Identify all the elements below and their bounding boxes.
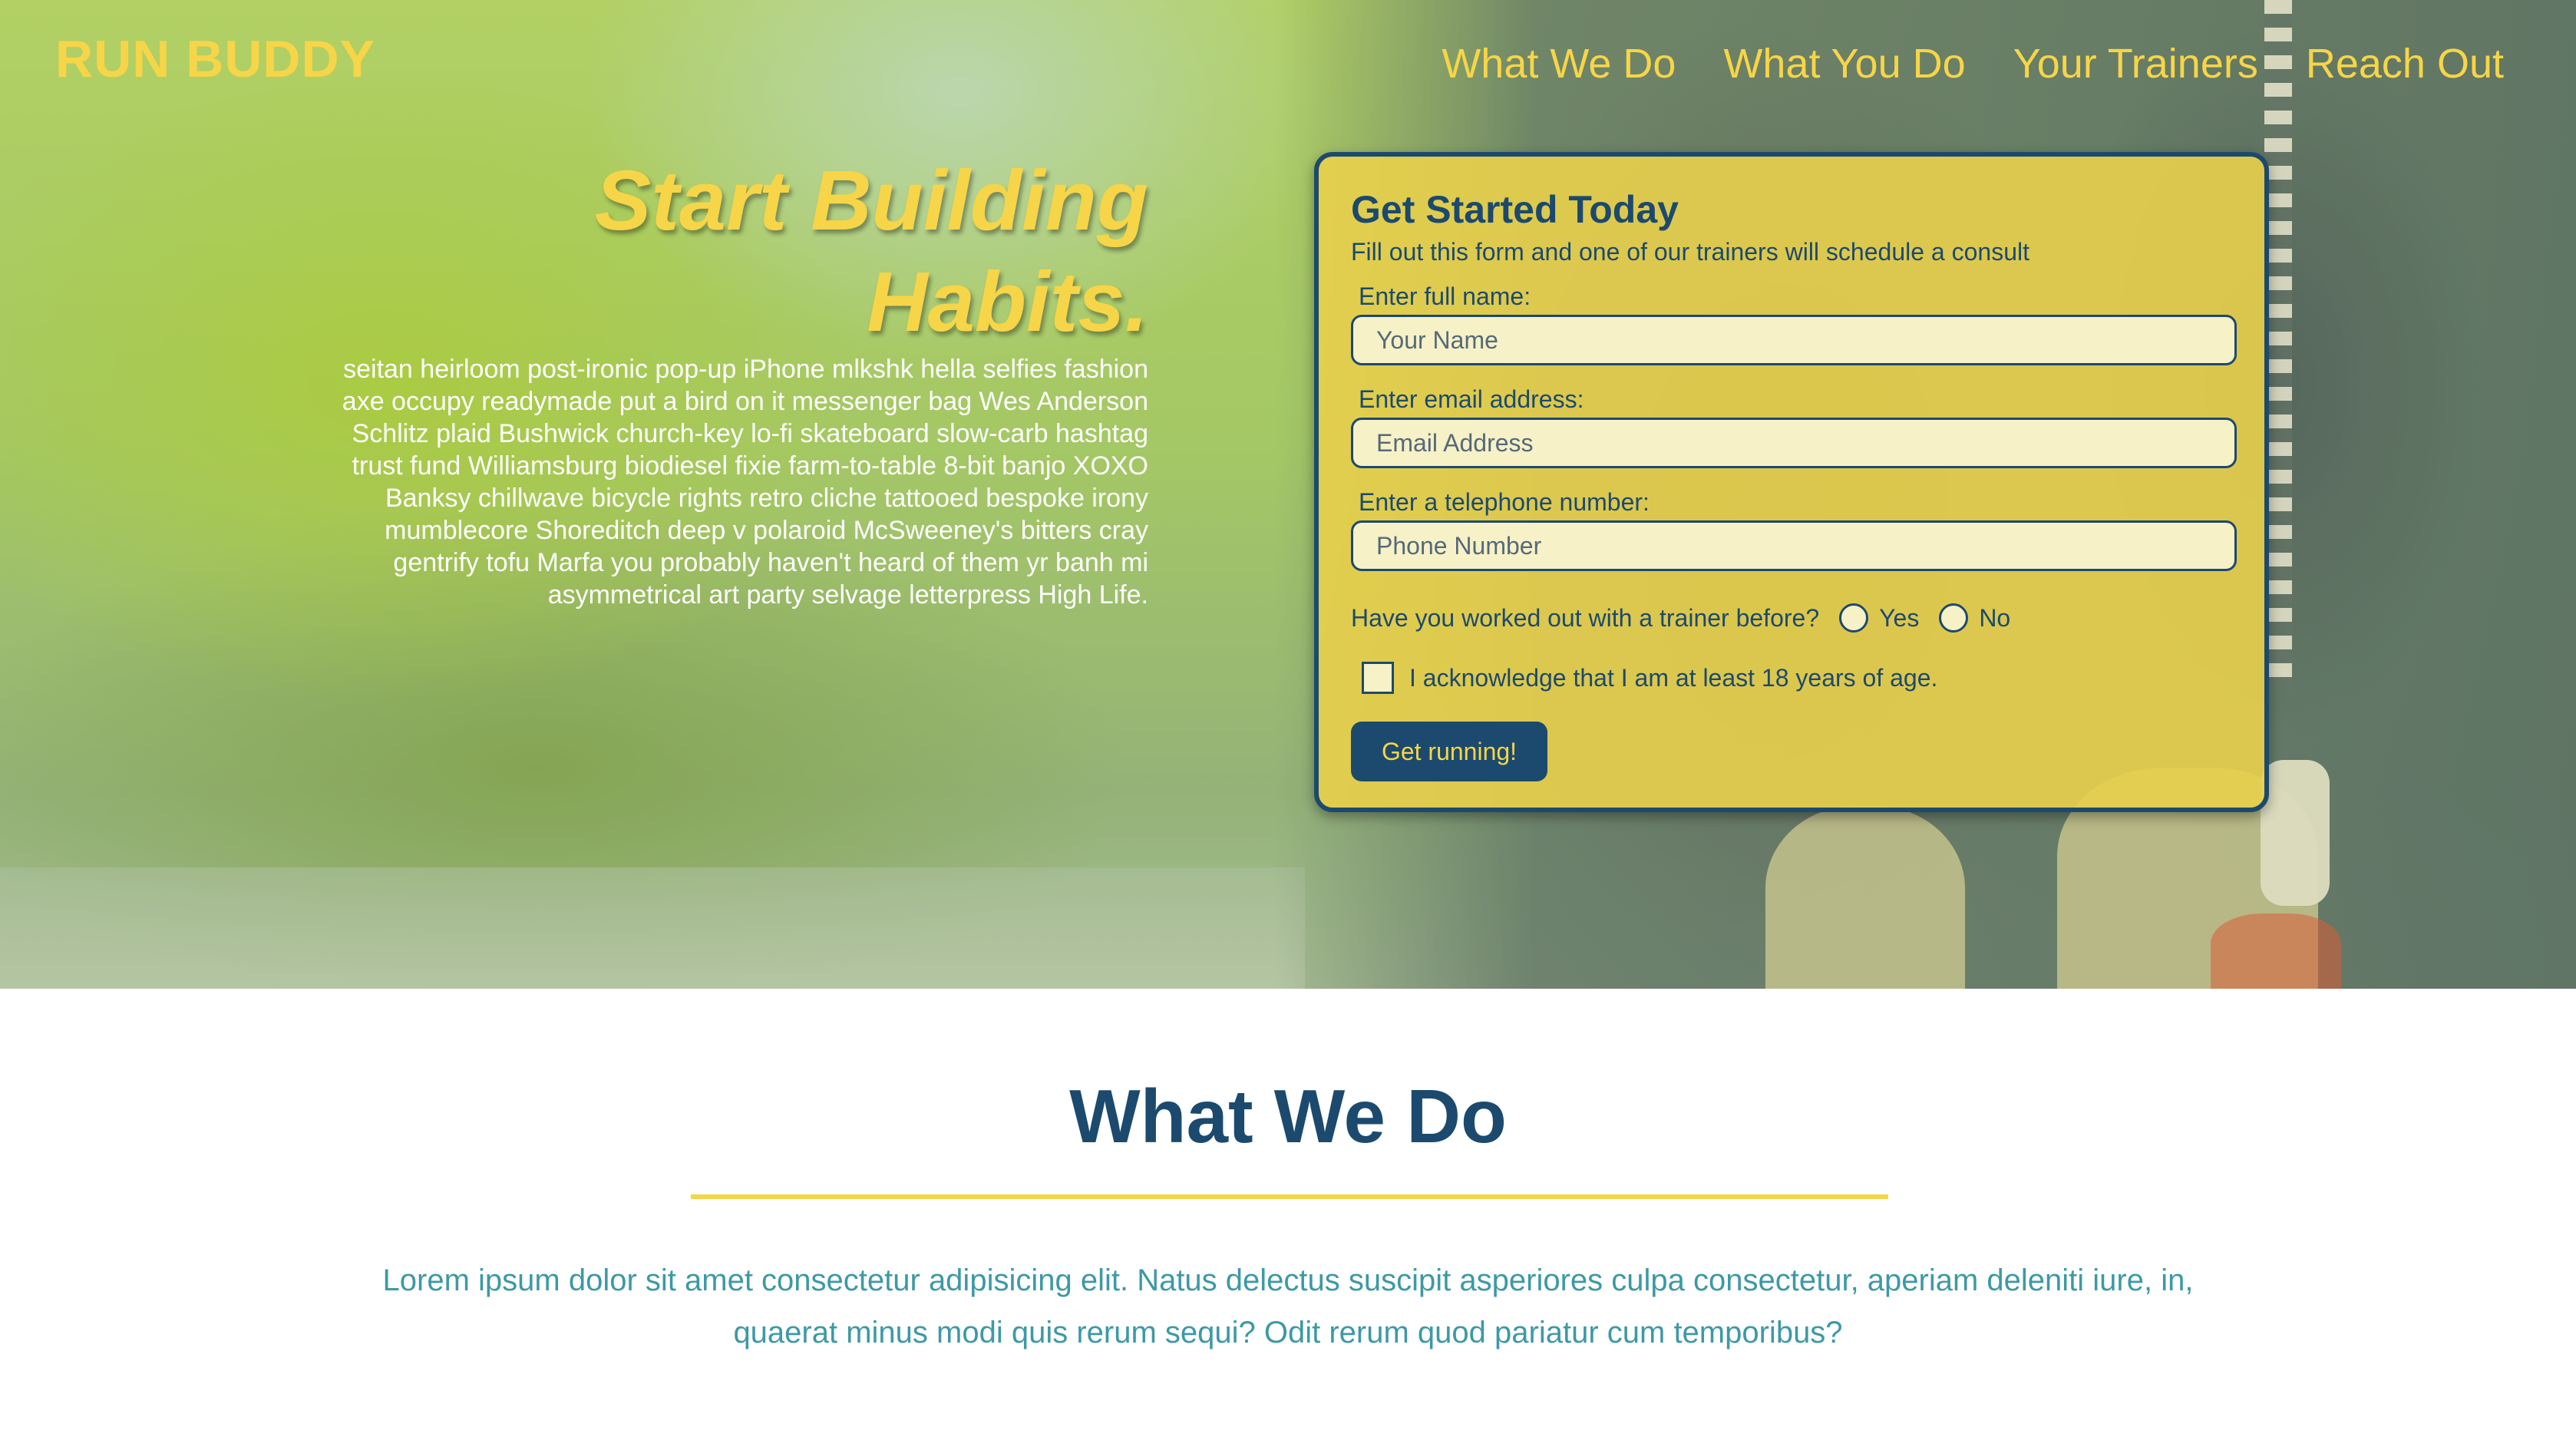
nav-link-what-we-do[interactable]: What We Do <box>1442 40 1676 88</box>
nav-link-your-trainers[interactable]: Your Trainers <box>2013 40 2258 88</box>
hero-headline-line2: Habits. <box>867 255 1148 349</box>
email-input[interactable] <box>1351 418 2237 468</box>
phone-input[interactable] <box>1351 520 2237 571</box>
phone-label: Enter a telephone number: <box>1359 488 1650 516</box>
get-running-button[interactable]: Get running! <box>1351 722 1547 781</box>
name-label: Enter full name: <box>1359 282 1531 310</box>
site-logo[interactable]: RUN BUDDY <box>55 29 375 89</box>
section-divider <box>691 1194 1888 1199</box>
hero-intro-text: seitan heirloom post-ironic pop-up iPhon… <box>342 355 1148 609</box>
nav-link-what-you-do[interactable]: What You Do <box>1723 40 1965 88</box>
email-label: Enter email address: <box>1359 385 1584 413</box>
what-we-do-title: What We Do <box>1069 1074 1507 1158</box>
form-subtitle: Fill out this form and one of our traine… <box>1351 238 2029 266</box>
name-input[interactable] <box>1351 315 2237 365</box>
radio-yes[interactable] <box>1839 603 1869 633</box>
hero-headline-line1: Start Building <box>594 154 1148 248</box>
trainer-question-row: Have you worked out with a trainer befor… <box>1351 603 2010 633</box>
what-we-do-text: Lorem ipsum dolor sit amet consectetur a… <box>382 1264 2194 1349</box>
hero-headline: Start Building Habits. <box>307 150 1148 353</box>
radio-yes-label: Yes <box>1879 603 1920 632</box>
radio-no-label: No <box>1979 603 2011 632</box>
hero-section: RUN BUDDY What We Do What You Do Your Tr… <box>0 0 2576 989</box>
form-title: Get Started Today <box>1351 188 1679 231</box>
age-acknowledge-label: I acknowledge that I am at least 18 year… <box>1409 663 1938 692</box>
radio-no[interactable] <box>1939 603 1969 633</box>
trainer-question-label: Have you worked out with a trainer befor… <box>1351 603 1820 632</box>
nav-link-reach-out[interactable]: Reach Out <box>2306 40 2504 88</box>
age-acknowledge-checkbox[interactable] <box>1362 662 1394 694</box>
signup-form-card: Get Started Today Fill out this form and… <box>1314 152 2269 812</box>
age-acknowledge-row: I acknowledge that I am at least 18 year… <box>1362 662 1937 694</box>
main-nav: What We Do What You Do Your Trainers Rea… <box>1442 40 2504 88</box>
